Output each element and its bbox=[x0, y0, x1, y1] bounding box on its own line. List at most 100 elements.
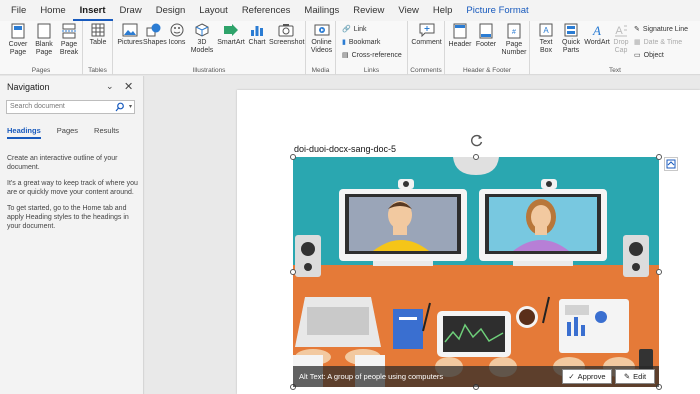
cross-reference-icon: ▤ bbox=[342, 52, 349, 59]
illustrations-group-label: Illustrations bbox=[192, 67, 226, 74]
document-heading: doi-duoi-docx-sang-doc-5 bbox=[294, 144, 397, 154]
group-illustrations: Pictures Shapes Icons 3D Models SmartArt… bbox=[113, 21, 306, 75]
wordart-button[interactable]: A WordArt bbox=[583, 23, 611, 47]
rotate-handle-icon[interactable] bbox=[470, 133, 484, 147]
help-paragraph: Create an interactive outline of your do… bbox=[7, 155, 118, 171]
bookmark-icon: ▮ bbox=[342, 39, 346, 46]
online-video-icon bbox=[314, 24, 329, 36]
page-number-icon: # bbox=[507, 23, 521, 39]
tab-file[interactable]: File bbox=[4, 0, 33, 21]
tab-help[interactable]: Help bbox=[426, 0, 460, 21]
close-icon[interactable]: ✕ bbox=[124, 80, 133, 93]
pictures-icon bbox=[122, 23, 138, 37]
tab-home[interactable]: Home bbox=[33, 0, 72, 21]
tab-layout[interactable]: Layout bbox=[192, 0, 235, 21]
cross-reference-button[interactable]: ▤ Cross-reference bbox=[342, 51, 402, 60]
3d-models-button[interactable]: 3D Models bbox=[189, 23, 215, 55]
icons-button[interactable]: Icons bbox=[167, 23, 187, 47]
tab-results[interactable]: Results bbox=[94, 126, 119, 139]
group-pages: Cover Page Blank Page Page Break Pages bbox=[0, 21, 83, 75]
shapes-icon bbox=[146, 23, 161, 37]
quick-parts-icon bbox=[564, 23, 578, 37]
navigation-tabs: Headings Pages Results bbox=[7, 126, 119, 139]
online-videos-button[interactable]: Online Videos bbox=[308, 23, 335, 55]
blank-page-button[interactable]: Blank Page bbox=[32, 23, 56, 57]
svg-text:A: A bbox=[592, 23, 601, 37]
pictures-button[interactable]: Pictures bbox=[117, 23, 143, 47]
svg-text:A: A bbox=[615, 25, 623, 37]
text-box-icon: A bbox=[539, 23, 553, 37]
tab-references[interactable]: References bbox=[235, 0, 298, 21]
calendar-icon: ▦ bbox=[634, 39, 641, 46]
drop-cap-button[interactable]: A Drop Cap bbox=[610, 23, 632, 55]
link-button[interactable]: 🔗 Link bbox=[342, 25, 367, 34]
check-icon: ✓ bbox=[568, 372, 575, 381]
tab-mailings[interactable]: Mailings bbox=[297, 0, 346, 21]
tab-review[interactable]: Review bbox=[346, 0, 391, 21]
tab-design[interactable]: Design bbox=[149, 0, 193, 21]
header-button[interactable]: Header bbox=[447, 23, 473, 49]
smartart-button[interactable]: SmartArt bbox=[217, 23, 245, 47]
resize-handle[interactable] bbox=[473, 154, 479, 160]
ribbon: Cover Page Blank Page Page Break Pages T… bbox=[0, 21, 700, 75]
date-time-button[interactable]: ▦ Date & Time bbox=[634, 38, 682, 47]
screenshot-button[interactable]: Screenshot bbox=[269, 23, 304, 47]
page-break-button[interactable]: Page Break bbox=[57, 23, 81, 57]
chevron-down-icon[interactable]: ⌄ bbox=[106, 81, 114, 92]
selected-picture[interactable] bbox=[293, 157, 659, 387]
svg-text:#: # bbox=[512, 29, 516, 36]
footer-button[interactable]: Footer bbox=[473, 23, 499, 49]
search-input[interactable]: Search document ▾ bbox=[6, 100, 135, 114]
pages-group-label: Pages bbox=[31, 67, 51, 74]
tab-picture-format[interactable]: Picture Format bbox=[459, 0, 535, 21]
header-icon bbox=[453, 23, 467, 39]
search-icon[interactable] bbox=[115, 102, 124, 112]
group-header-footer: Header Footer # Page Number Header & Foo… bbox=[445, 21, 530, 75]
group-links: 🔗 Link ▮ Bookmark ▤ Cross-reference Links bbox=[336, 21, 408, 75]
header-footer-group-label: Header & Footer bbox=[462, 67, 512, 74]
tab-insert[interactable]: Insert bbox=[72, 0, 113, 21]
chart-button[interactable]: Chart bbox=[247, 23, 267, 47]
page-number-button[interactable]: # Page Number bbox=[499, 23, 529, 57]
help-paragraph: It's a great way to keep track of where … bbox=[7, 180, 138, 196]
table-button[interactable]: Table bbox=[86, 23, 110, 47]
group-media: Online Videos Media bbox=[306, 21, 336, 75]
resize-handle[interactable] bbox=[290, 154, 296, 160]
group-tables: Table Tables bbox=[83, 21, 113, 75]
shapes-button[interactable]: Shapes bbox=[143, 23, 167, 47]
navigation-help-text: Create an interactive outline of your do… bbox=[7, 154, 139, 238]
smartart-icon bbox=[224, 24, 238, 36]
resize-handle[interactable] bbox=[656, 269, 662, 275]
pencil-icon: ✎ bbox=[623, 372, 631, 381]
page-break-icon bbox=[62, 23, 76, 39]
resize-handle[interactable] bbox=[656, 154, 662, 160]
resize-handle[interactable] bbox=[290, 269, 296, 275]
layout-options-icon bbox=[666, 159, 676, 169]
edit-button[interactable]: ✎ Edit bbox=[615, 369, 655, 384]
wordart-icon: A bbox=[592, 23, 601, 37]
tab-headings[interactable]: Headings bbox=[7, 126, 41, 139]
approve-button[interactable]: ✓ Approve bbox=[562, 369, 612, 384]
search-options-chevron-icon[interactable]: ▾ bbox=[129, 101, 132, 113]
tab-view[interactable]: View bbox=[391, 0, 425, 21]
text-group-label: Text bbox=[609, 67, 621, 74]
comment-button[interactable]: Comment bbox=[410, 23, 443, 47]
tab-draw[interactable]: Draw bbox=[113, 0, 149, 21]
signature-line-button[interactable]: ✎ Signature Line bbox=[634, 25, 688, 34]
cover-page-button[interactable]: Cover Page bbox=[6, 23, 30, 57]
layout-options-button[interactable] bbox=[664, 157, 678, 171]
table-icon bbox=[91, 23, 105, 37]
group-comments: Comment Comments bbox=[408, 21, 445, 75]
menu-bar: File Home Insert Draw Design Layout Refe… bbox=[0, 0, 700, 21]
object-icon: ▭ bbox=[634, 52, 641, 59]
blank-page-icon bbox=[37, 23, 51, 39]
text-box-button[interactable]: A Text Box bbox=[534, 23, 558, 55]
object-button[interactable]: ▭ Object bbox=[634, 51, 664, 60]
drop-cap-icon: A bbox=[615, 25, 627, 37]
tab-pages[interactable]: Pages bbox=[57, 126, 78, 139]
bookmark-button[interactable]: ▮ Bookmark bbox=[342, 38, 380, 47]
media-group-label: Media bbox=[311, 67, 330, 74]
chart-icon bbox=[251, 26, 263, 36]
icons-icon bbox=[170, 23, 184, 37]
quick-parts-button[interactable]: Quick Parts bbox=[559, 23, 583, 55]
